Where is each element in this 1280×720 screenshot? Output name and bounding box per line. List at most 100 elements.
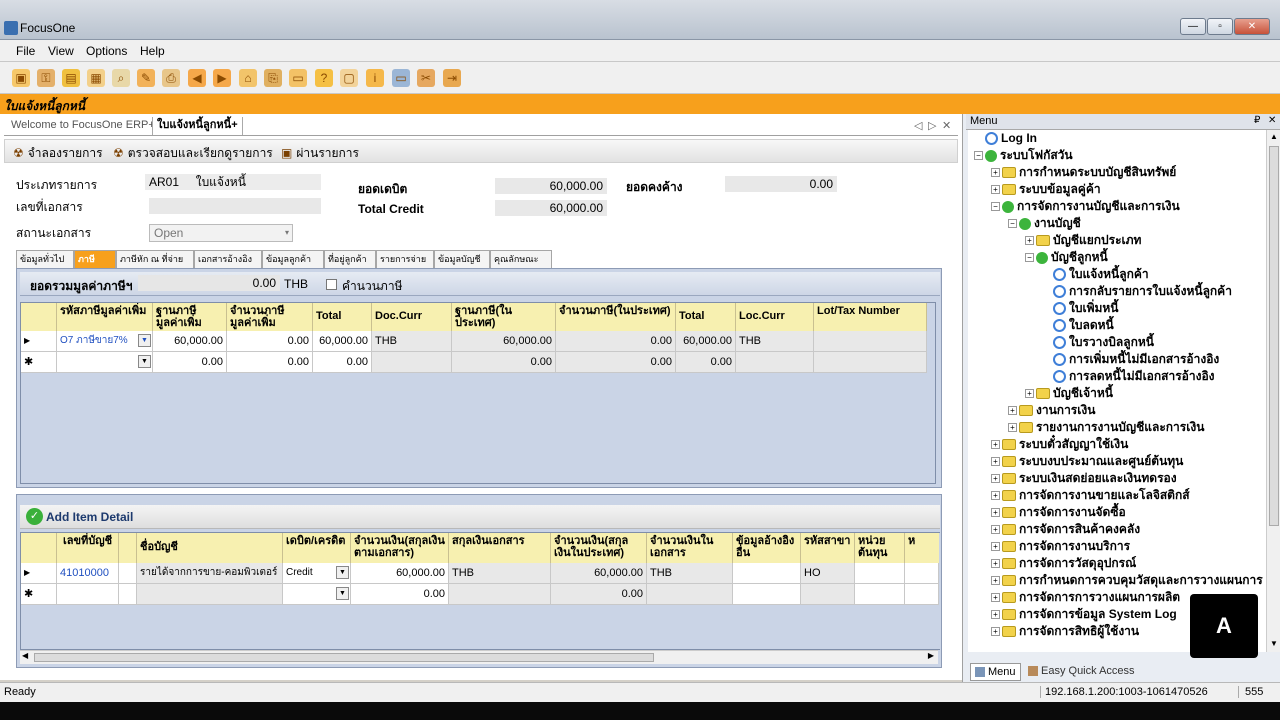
tree-item[interactable]: + การจัดการข้อมูล System Log [991,606,1177,623]
expand-icon[interactable]: + [1008,423,1017,433]
pin-icon[interactable]: ₽ [1254,115,1260,126]
subtab-withholding[interactable]: ภาษีหัก ณ ที่จ่าย [116,250,194,268]
scroll-down-icon[interactable]: ▼ [1270,639,1278,648]
panel-close-icon[interactable]: ✕ [1268,115,1276,126]
lookup-cell[interactable] [119,584,137,604]
expand-icon[interactable]: + [991,627,1000,637]
tree-item[interactable]: + การจัดการวัสดุอุปกรณ์ [991,555,1136,572]
expand-icon[interactable]: + [1025,389,1034,399]
menu-help[interactable]: Help [140,44,165,58]
preview-icon[interactable]: ⌕ [112,69,130,87]
tax-code-cell[interactable]: O7 ภาษีขาย7% ▼ [57,331,153,351]
subtab-payments[interactable]: รายการจ่าย [376,250,434,268]
lookup-cell[interactable] [119,563,137,583]
close-button[interactable]: ✕ [1234,18,1270,35]
branch-cell[interactable] [801,584,855,604]
add-item-button[interactable]: Add Item Detail [46,510,133,524]
expand-icon[interactable]: + [991,576,1000,586]
tree-item[interactable]: + ระบบงบประมาณและศูนย์ต้นทุน [991,453,1183,470]
expand-icon[interactable]: + [991,525,1000,535]
subtab-general[interactable]: ข้อมูลทั่วไป [16,250,74,268]
cost-unit-cell[interactable] [855,563,905,583]
tax-amount-cell[interactable]: 0.00 [227,331,313,351]
subtab-customer[interactable]: ข้อมูลลูกค้า [262,250,324,268]
subtab-account[interactable]: ข้อมูลบัญชี [434,250,490,268]
tree-item[interactable]: + การจัดการสินค้าคงคลัง [991,521,1140,538]
menu-file[interactable]: File [16,44,35,58]
account-no-cell[interactable]: 41010000 [57,563,119,583]
tree-item[interactable]: + การจัดการสิทธิผู้ใช้งาน [991,623,1139,640]
expand-icon[interactable]: + [991,185,1000,195]
tree-item[interactable]: ใบเพิ่มหนี้ [1042,300,1119,317]
tree-item[interactable]: การกลับรายการใบแจ้งหนี้ลูกค้า [1042,283,1232,300]
table-row[interactable]: ▶ 41010000 รายได้จากการขาย-คอมพิวเตอร์ C… [21,563,939,584]
type-field[interactable]: AR01 ใบแจ้งหนี้ [145,174,321,190]
tree-item[interactable]: + การกำหนดการควบคุมวัสดุและการวางแผนการ [991,572,1263,589]
tree-item[interactable]: − บัญชีลูกหนี้ [1025,249,1108,266]
expand-icon[interactable]: + [991,542,1000,552]
other-ref-cell[interactable] [733,584,801,604]
expand-icon[interactable]: + [991,559,1000,569]
debit-credit-cell[interactable]: Credit ▼ [283,563,351,583]
collapse-icon[interactable]: − [1008,219,1017,229]
tree-item[interactable]: Log In [974,130,1037,147]
tree-item[interactable]: + งานการเงิน [1008,402,1095,419]
tree-item[interactable]: ใบแจ้งหนี้ลูกค้า [1042,266,1149,283]
folder-icon[interactable]: ▭ [289,69,307,87]
collapse-icon[interactable]: − [991,202,1000,212]
expand-icon[interactable]: + [991,457,1000,467]
subtab-tax[interactable]: ภาษี [74,250,116,268]
tree-item[interactable]: + การจัดการการวางแผนการผลิต [991,589,1180,606]
subtab-references[interactable]: เอกสารอ้างอิง [194,250,262,268]
info-icon[interactable]: i [366,69,384,87]
maximize-button[interactable]: ▫ [1207,18,1233,35]
expand-icon[interactable]: + [991,508,1000,518]
menu-options[interactable]: Options [86,44,127,58]
menu-scrollbar[interactable]: ▲ ▼ [1266,130,1280,652]
lot-cell[interactable] [814,352,927,372]
tax-code-cell[interactable]: ▼ [57,352,153,372]
minimize-button[interactable]: — [1180,18,1206,35]
screen-icon[interactable]: ▭ [392,69,410,87]
scroll-left-icon[interactable]: ◀ [22,651,28,660]
other-ref-cell[interactable] [733,563,801,583]
scroll-right-icon[interactable]: ▶ [928,651,934,660]
expand-icon[interactable]: + [991,610,1000,620]
tab-close-icon[interactable]: ✕ [942,119,951,132]
save-icon[interactable]: ▤ [62,69,80,87]
scroll-thumb[interactable] [34,653,654,662]
exit-icon[interactable]: ⇥ [443,69,461,87]
status-select[interactable]: Open ▾ [149,224,293,242]
doc-icon[interactable]: ▢ [340,69,358,87]
scroll-up-icon[interactable]: ▲ [1270,132,1278,141]
expand-icon[interactable]: + [991,474,1000,484]
tree-item[interactable]: − ระบบโฟกัสวัน [974,147,1073,164]
tree-item[interactable]: ใบลดหนี้ [1042,317,1114,334]
calc-icon[interactable]: ▦ [87,69,105,87]
post-button[interactable]: ▣ ผ่านรายการ [281,144,359,163]
tree-item[interactable]: + ระบบข้อมูลคู่ค้า [991,181,1101,198]
chevron-down-icon[interactable]: ▼ [138,334,151,347]
new-icon[interactable]: ▣ [12,69,30,87]
tree-item[interactable]: − การจัดการงานบัญชีและการเงิน [991,198,1180,215]
amount-doc-cell[interactable]: 60,000.00 [351,563,449,583]
item-grid-scrollbar[interactable]: ◀ ▶ [20,650,938,664]
tree-item[interactable]: + รายงานการงานบัญชีและการเงิน [1008,419,1204,436]
debit-credit-cell[interactable]: ▼ [283,584,351,604]
table-row[interactable]: ▶ O7 ภาษีขาย7% ▼ 60,000.00 0.00 60,000.00… [21,331,927,352]
home-icon[interactable]: ⌂ [239,69,257,87]
print-icon[interactable]: ⎙ [162,69,180,87]
tree-item[interactable]: + บัญชีเจ้าหนี้ [1025,385,1113,402]
tax-amount-cell[interactable]: 0.00 [227,352,313,372]
collapse-icon[interactable]: − [974,151,983,161]
expand-icon[interactable]: + [991,593,1000,603]
tab-quick-access[interactable]: Easy Quick Access [1024,663,1139,681]
subtab-attributes[interactable]: คุณลักษณะ [490,250,552,268]
tree-item[interactable]: การลดหนี้ไม่มีเอกสารอ้างอิง [1042,368,1215,385]
amount-doc-cell[interactable]: 0.00 [351,584,449,604]
calc-tax-checkbox[interactable] [326,279,337,290]
tab-ar-invoice[interactable]: ใบแจ้งหนี้ลูกหนี้+ [152,117,243,135]
tree-item[interactable]: + ระบบเงินสดย่อยและเงินทดรอง [991,470,1177,487]
expand-icon[interactable]: + [1008,406,1017,416]
tab-menu[interactable]: Menu [970,663,1021,681]
